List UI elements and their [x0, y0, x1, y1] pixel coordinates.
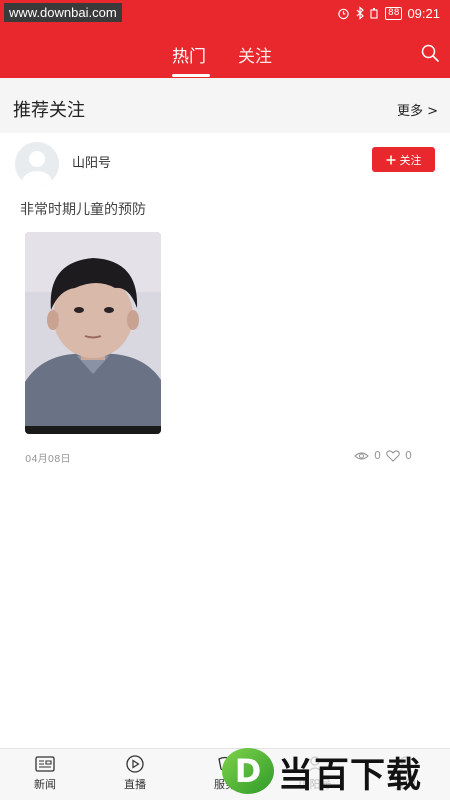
tab-following[interactable]: 关注 [238, 42, 272, 67]
logo-d-icon: D [222, 748, 274, 794]
search-icon[interactable] [420, 43, 440, 63]
eye-icon [354, 451, 369, 460]
alarm-icon [338, 8, 349, 19]
avatar[interactable] [15, 142, 59, 186]
bluetooth-icon [356, 6, 364, 20]
play-icon [126, 755, 144, 773]
logo-letter: D [235, 752, 262, 790]
watermark-logo: D 当百下载 [220, 745, 445, 797]
article-date: 04月08日 [25, 454, 71, 465]
nav-news[interactable]: 新闻 [15, 755, 75, 792]
site-watermark: www.downbai.com [4, 3, 122, 22]
follow-label: 关注 [399, 153, 422, 167]
child-photo [25, 232, 161, 434]
plus-icon [386, 155, 395, 164]
heart-icon[interactable] [386, 449, 400, 462]
recommend-section-header: 推荐关注 更多 > [0, 78, 450, 133]
follow-button[interactable]: 关注 [372, 147, 435, 172]
more-link[interactable]: 更多 > [397, 100, 438, 119]
top-tabs: 热门 关注 [0, 36, 450, 78]
clock: 09:21 [407, 5, 440, 21]
recommend-title: 推荐关注 [13, 100, 85, 121]
default-avatar-icon [15, 142, 59, 186]
app-header: www.downbai.com 88 09:21 热门 关注 [0, 0, 450, 78]
news-icon [35, 756, 55, 772]
account-row[interactable]: 山阳号 关注 [0, 133, 450, 187]
signal-icon [370, 8, 378, 19]
article-stats: 0 0 [354, 449, 412, 462]
article-title[interactable]: 非常时期儿童的预防 [20, 199, 146, 219]
like-count: 0 [405, 449, 412, 462]
system-icons: 88 09:21 [337, 4, 440, 22]
view-count: 0 [374, 449, 381, 462]
article-thumbnail[interactable] [25, 232, 161, 434]
active-tab-indicator [172, 74, 210, 77]
account-name[interactable]: 山阳号 [72, 152, 111, 171]
status-bar: www.downbai.com 88 09:21 [0, 0, 450, 26]
tab-hot[interactable]: 热门 [172, 42, 206, 67]
battery-level: 88 [385, 6, 403, 20]
nav-live[interactable]: 直播 [105, 755, 165, 792]
logo-text: 当百下载 [278, 756, 423, 796]
